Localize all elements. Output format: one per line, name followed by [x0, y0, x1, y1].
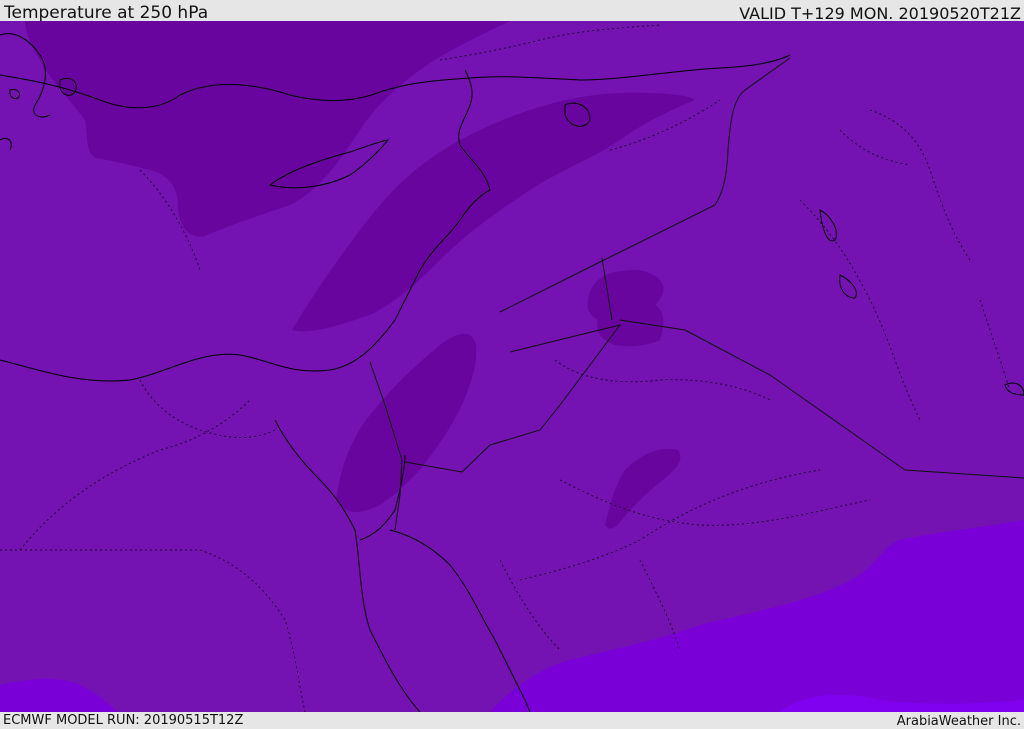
map-canvas: [0, 21, 1024, 712]
map-title: Temperature at 250 hPa: [4, 3, 209, 23]
header-bar: Temperature at 250 hPa VALID T+129 MON. …: [0, 0, 1024, 23]
credit-label: ArabiaWeather Inc.: [896, 714, 1021, 729]
footer-bar: ECMWF MODEL RUN: 20190515T12Z ArabiaWeat…: [0, 712, 1024, 729]
model-run-label: ECMWF MODEL RUN: 20190515T12Z: [3, 713, 244, 728]
weather-map-frame: Temperature at 250 hPa VALID T+129 MON. …: [0, 0, 1024, 729]
